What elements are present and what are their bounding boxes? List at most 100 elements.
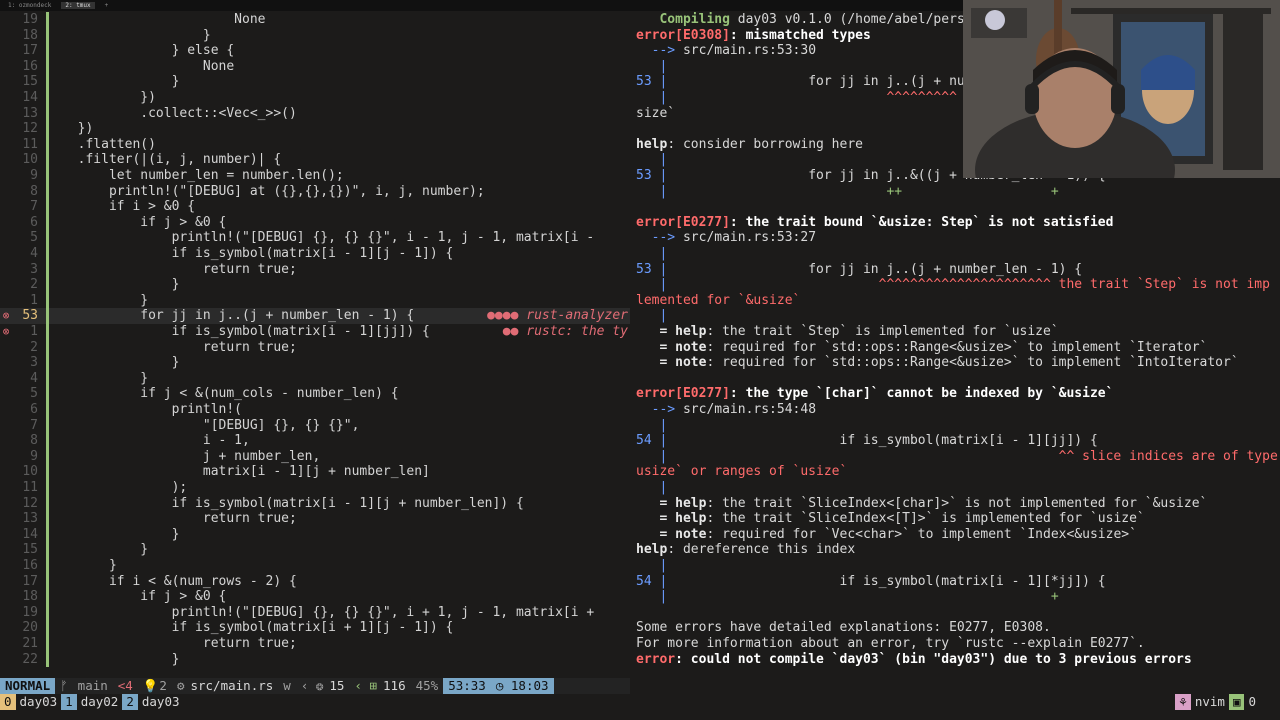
code-text[interactable]: ); xyxy=(62,480,188,496)
code-text[interactable]: return true; xyxy=(62,340,297,356)
code-text[interactable]: println!("[DEBUG] at ({},{},{})", i, j, … xyxy=(62,184,485,200)
file-name[interactable]: src/main.rs xyxy=(185,678,278,694)
code-text[interactable]: println!( xyxy=(62,402,242,418)
editor-line[interactable]: 5 println!("[DEBUG] {}, {} {}", i - 1, j… xyxy=(0,230,630,246)
editor-line[interactable]: 16 None xyxy=(0,58,630,75)
editor-line[interactable]: 14 }) xyxy=(0,90,630,106)
code-text[interactable]: } xyxy=(62,371,148,387)
person-icon: ⚘ xyxy=(1175,694,1191,710)
editor-line[interactable]: 1 } xyxy=(0,292,630,309)
editor-line[interactable]: 3 } xyxy=(0,355,630,371)
code-text[interactable]: if is_symbol(matrix[i + 1][j - 1]) { xyxy=(62,620,454,636)
code-text[interactable]: .collect::<Vec<_>>() xyxy=(62,106,297,122)
editor-line[interactable]: 6 println!( xyxy=(0,402,630,418)
editor-line[interactable]: 10 .filter(|(i, j, number)| { xyxy=(0,152,630,168)
code-text[interactable]: let number_len = number.len(); xyxy=(62,168,344,184)
editor-line[interactable]: 22 } xyxy=(0,651,630,668)
editor-line[interactable]: 12 if is_symbol(matrix[i - 1][j + number… xyxy=(0,495,630,512)
editor-line[interactable]: 21 return true; xyxy=(0,636,630,652)
code-text[interactable]: i - 1, xyxy=(62,433,250,449)
code-text[interactable]: if i < &(num_rows - 2) { xyxy=(62,574,297,590)
inline-diagnostic[interactable]: ●●●● rust-analyzer xyxy=(487,308,628,324)
code-text[interactable]: return true; xyxy=(62,262,297,278)
editor-line[interactable]: 18 if j > &0 { xyxy=(0,589,630,605)
editor-line[interactable]: 15 } xyxy=(0,542,630,558)
code-text[interactable]: } xyxy=(62,28,211,44)
editor-line[interactable]: 13 .collect::<Vec<_>>() xyxy=(0,105,630,122)
editor-line[interactable]: 12 }) xyxy=(0,121,630,137)
code-text[interactable]: if is_symbol(matrix[i - 1][j - 1]) { xyxy=(62,246,454,262)
editor-line[interactable]: 4 } xyxy=(0,370,630,387)
code-text[interactable]: if j < &(num_cols - number_len) { xyxy=(62,386,398,402)
tmux-window-name-0[interactable]: day03 xyxy=(16,694,62,710)
editor-line[interactable]: 4 if is_symbol(matrix[i - 1][j - 1]) { xyxy=(0,246,630,262)
editor-line[interactable]: 20 if is_symbol(matrix[i + 1][j - 1]) { xyxy=(0,620,630,636)
editor-line[interactable]: ⊗ 1 if is_symbol(matrix[i - 1][jj]) {●● r… xyxy=(0,324,630,340)
clock-icon: ◷ xyxy=(495,678,511,693)
code-text[interactable]: } xyxy=(62,527,180,543)
tmux-window-name-1[interactable]: day02 xyxy=(77,694,123,710)
code-text[interactable]: None xyxy=(62,59,234,75)
tmux-window-index-0[interactable]: 0 xyxy=(0,694,16,710)
code-text[interactable]: if j > &0 { xyxy=(62,589,226,605)
editor-line[interactable]: 2 return true; xyxy=(0,339,630,356)
editor-line[interactable]: 8 i - 1, xyxy=(0,433,630,449)
code-text[interactable]: } xyxy=(62,558,117,574)
code-text[interactable]: j + number_len, xyxy=(62,449,320,465)
code-text[interactable]: } else { xyxy=(62,43,235,59)
tmux-tab-1[interactable]: 1: ozmondeck xyxy=(4,2,55,9)
code-text[interactable]: matrix[i - 1][j + number_len] xyxy=(62,464,430,480)
editor-line[interactable]: 17 if i < &(num_rows - 2) { xyxy=(0,573,630,590)
editor-line[interactable]: 5 if j < &(num_cols - number_len) { xyxy=(0,386,630,402)
inline-diagnostic[interactable]: ●● rustc: the ty xyxy=(503,324,628,340)
editor-line[interactable]: 7 "[DEBUG] {}, {} {}", xyxy=(0,417,630,434)
editor-line[interactable]: 6 if j > &0 { xyxy=(0,214,630,231)
editor-line[interactable]: 18 } xyxy=(0,27,630,44)
code-text[interactable]: if is_symbol(matrix[i - 1][j + number_le… xyxy=(62,496,524,512)
editor-line[interactable]: 11 ); xyxy=(0,480,630,496)
editor-line[interactable]: 15 } xyxy=(0,74,630,90)
editor-line[interactable]: 2 } xyxy=(0,277,630,293)
tmux-new-tab-button[interactable]: + xyxy=(101,2,113,9)
editor-line[interactable]: 9 j + number_len, xyxy=(0,448,630,465)
editor-line[interactable]: 11 .flatten() xyxy=(0,136,630,153)
code-text[interactable]: return true; xyxy=(62,511,297,527)
editor-line[interactable]: 19 None xyxy=(0,12,630,28)
editor-line[interactable]: 8 println!("[DEBUG] at ({},{},{})", i, j… xyxy=(0,183,630,200)
code-text[interactable]: "[DEBUG] {}, {} {}", xyxy=(62,418,360,434)
code-text[interactable]: None xyxy=(62,12,265,28)
code-text[interactable]: } xyxy=(62,355,180,371)
editor-line[interactable]: 10 matrix[i - 1][j + number_len] xyxy=(0,464,630,480)
editor-line[interactable]: 9 let number_len = number.len(); xyxy=(0,168,630,184)
editor-line[interactable]: ⊗ 53 for jj in j..(j + number_len - 1) {●… xyxy=(0,308,630,324)
code-text[interactable]: return true; xyxy=(62,636,297,652)
code-text[interactable]: if j > &0 { xyxy=(62,215,226,231)
editor-line[interactable]: 3 return true; xyxy=(0,261,630,278)
code-text[interactable]: }) xyxy=(62,121,94,137)
code-text[interactable]: .filter(|(i, j, number)| { xyxy=(62,152,282,168)
editor-line[interactable]: 19 println!("[DEBUG] {}, {} {}", i + 1, … xyxy=(0,604,630,621)
code-text[interactable]: }) xyxy=(62,90,156,106)
code-text[interactable]: if is_symbol(matrix[i - 1][jj]) { xyxy=(62,324,430,340)
tmux-window-name-2[interactable]: day03 xyxy=(138,694,184,710)
editor-line[interactable]: 14 } xyxy=(0,526,630,543)
editor-line[interactable]: 17 } else { xyxy=(0,43,630,59)
code-text[interactable]: } xyxy=(62,293,148,309)
code-text[interactable]: for jj in j..(j + number_len - 1) { xyxy=(62,308,414,324)
code-text[interactable]: println!("[DEBUG] {}, {} {}", i - 1, j -… xyxy=(62,230,595,246)
tmux-tab-2[interactable]: 2: tmux xyxy=(61,2,95,9)
editor-pane[interactable]: 19 None 18 } 17 } else {16 None 15 } 14 }) 13… xyxy=(0,12,630,678)
code-text[interactable]: println!("[DEBUG] {}, {} {}", i + 1, j -… xyxy=(62,605,595,621)
code-text[interactable]: } xyxy=(62,542,148,558)
tmux-window-index-1[interactable]: 1 xyxy=(61,694,77,710)
code-text[interactable]: } xyxy=(62,652,180,668)
editor-line[interactable]: 16 } xyxy=(0,558,630,574)
code-text[interactable]: if i > &0 { xyxy=(62,199,195,215)
code-text[interactable]: } xyxy=(62,74,180,90)
editor-line[interactable]: 7 if i > &0 { xyxy=(0,199,630,215)
editor-line[interactable]: 13 return true; xyxy=(0,511,630,527)
git-added-marker xyxy=(46,651,49,668)
code-text[interactable]: .flatten() xyxy=(62,137,156,153)
tmux-window-index-2[interactable]: 2 xyxy=(122,694,138,710)
code-text[interactable]: } xyxy=(62,277,180,293)
